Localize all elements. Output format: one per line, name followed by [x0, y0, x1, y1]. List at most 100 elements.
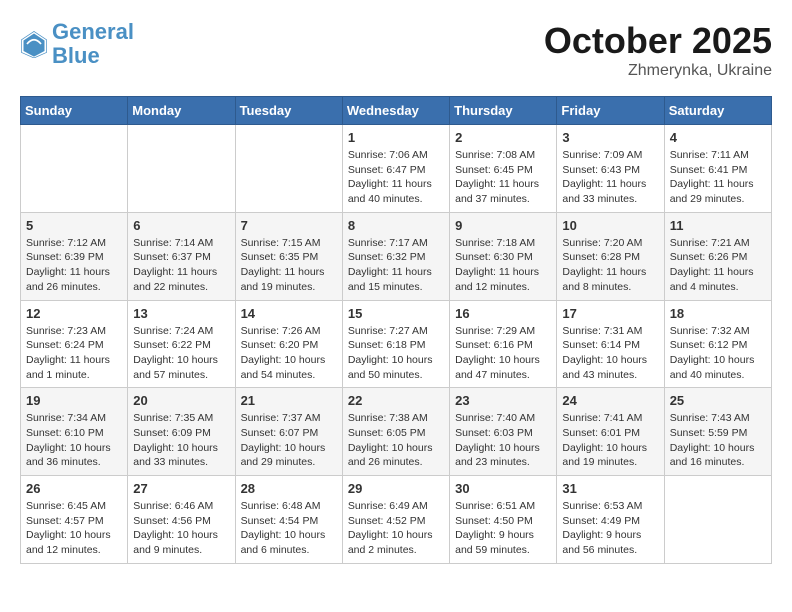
- page-header: General Blue October 2025 Zhmerynka, Ukr…: [20, 20, 772, 80]
- day-number: 31: [562, 481, 658, 496]
- calendar-header: SundayMondayTuesdayWednesdayThursdayFrid…: [21, 97, 772, 125]
- day-info: Sunrise: 7:20 AM Sunset: 6:28 PM Dayligh…: [562, 236, 658, 295]
- day-number: 19: [26, 393, 122, 408]
- calendar-cell: 25 Sunrise: 7:43 AM Sunset: 5:59 PM Dayli…: [664, 388, 771, 476]
- day-number: 22: [348, 393, 444, 408]
- day-info: Sunrise: 7:27 AM Sunset: 6:18 PM Dayligh…: [348, 324, 444, 383]
- calendar-cell: 2Sunrise: 7:08 AM Sunset: 6:45 PM Daylig…: [450, 125, 557, 213]
- calendar-cell: 24 Sunrise: 7:41 AM Sunset: 6:01 PM Dayli…: [557, 388, 664, 476]
- day-number: 30: [455, 481, 551, 496]
- day-info: Sunrise: 7:14 AM Sunset: 6:37 PM Dayligh…: [133, 236, 229, 295]
- calendar-cell: 6 Sunrise: 7:14 AM Sunset: 6:37 PM Daylig…: [128, 212, 235, 300]
- day-number: 25: [670, 393, 766, 408]
- logo-icon: [20, 30, 48, 58]
- day-info: Sunrise: 7:37 AM Sunset: 6:07 PM Dayligh…: [241, 411, 337, 470]
- month-title: October 2025: [544, 20, 772, 62]
- day-info: Sunrise: 7:21 AM Sunset: 6:26 PM Dayligh…: [670, 236, 766, 295]
- day-info: Sunrise: 6:51 AM Sunset: 4:50 PM Dayligh…: [455, 499, 551, 558]
- day-info: Sunrise: 6:49 AM Sunset: 4:52 PM Dayligh…: [348, 499, 444, 558]
- calendar-cell: 3Sunrise: 7:09 AM Sunset: 6:43 PM Daylig…: [557, 125, 664, 213]
- day-info: Sunrise: 7:26 AM Sunset: 6:20 PM Dayligh…: [241, 324, 337, 383]
- day-number: 4: [670, 130, 766, 145]
- location-subtitle: Zhmerynka, Ukraine: [544, 62, 772, 80]
- day-info: Sunrise: 7:29 AM Sunset: 6:16 PM Dayligh…: [455, 324, 551, 383]
- calendar-cell: 4Sunrise: 7:11 AM Sunset: 6:41 PM Daylig…: [664, 125, 771, 213]
- day-info: Sunrise: 7:41 AM Sunset: 6:01 PM Dayligh…: [562, 411, 658, 470]
- day-info: Sunrise: 7:31 AM Sunset: 6:14 PM Dayligh…: [562, 324, 658, 383]
- calendar-cell: 15 Sunrise: 7:27 AM Sunset: 6:18 PM Dayli…: [342, 300, 449, 388]
- calendar-cell: 11Sunrise: 7:21 AM Sunset: 6:26 PM Dayli…: [664, 212, 771, 300]
- weekday-header-tuesday: Tuesday: [235, 97, 342, 125]
- calendar-cell: 17 Sunrise: 7:31 AM Sunset: 6:14 PM Dayli…: [557, 300, 664, 388]
- day-info: Sunrise: 7:09 AM Sunset: 6:43 PM Dayligh…: [562, 148, 658, 207]
- day-info: Sunrise: 7:17 AM Sunset: 6:32 PM Dayligh…: [348, 236, 444, 295]
- day-info: Sunrise: 7:35 AM Sunset: 6:09 PM Dayligh…: [133, 411, 229, 470]
- day-info: Sunrise: 6:53 AM Sunset: 4:49 PM Dayligh…: [562, 499, 658, 558]
- day-number: 17: [562, 306, 658, 321]
- day-number: 8: [348, 218, 444, 233]
- day-info: Sunrise: 7:38 AM Sunset: 6:05 PM Dayligh…: [348, 411, 444, 470]
- day-number: 6: [133, 218, 229, 233]
- day-info: Sunrise: 7:43 AM Sunset: 5:59 PM Dayligh…: [670, 411, 766, 470]
- day-number: 28: [241, 481, 337, 496]
- day-info: Sunrise: 7:24 AM Sunset: 6:22 PM Dayligh…: [133, 324, 229, 383]
- weekday-row: SundayMondayTuesdayWednesdayThursdayFrid…: [21, 97, 772, 125]
- calendar-cell: 7 Sunrise: 7:15 AM Sunset: 6:35 PM Daylig…: [235, 212, 342, 300]
- logo-general: General: [52, 19, 134, 44]
- day-info: Sunrise: 7:32 AM Sunset: 6:12 PM Dayligh…: [670, 324, 766, 383]
- calendar-cell: 23Sunrise: 7:40 AM Sunset: 6:03 PM Dayli…: [450, 388, 557, 476]
- calendar-cell: [235, 125, 342, 213]
- weekday-header-friday: Friday: [557, 97, 664, 125]
- calendar-cell: 9 Sunrise: 7:18 AM Sunset: 6:30 PM Daylig…: [450, 212, 557, 300]
- day-number: 20: [133, 393, 229, 408]
- logo-text: General Blue: [52, 20, 134, 68]
- weekday-header-monday: Monday: [128, 97, 235, 125]
- calendar-week-4: 19Sunrise: 7:34 AM Sunset: 6:10 PM Dayli…: [21, 388, 772, 476]
- calendar-cell: 12Sunrise: 7:23 AM Sunset: 6:24 PM Dayli…: [21, 300, 128, 388]
- day-number: 26: [26, 481, 122, 496]
- calendar-cell: 30 Sunrise: 6:51 AM Sunset: 4:50 PM Dayli…: [450, 476, 557, 564]
- calendar-cell: 21 Sunrise: 7:37 AM Sunset: 6:07 PM Dayli…: [235, 388, 342, 476]
- day-info: Sunrise: 6:45 AM Sunset: 4:57 PM Dayligh…: [26, 499, 122, 558]
- day-info: Sunrise: 7:06 AM Sunset: 6:47 PM Dayligh…: [348, 148, 444, 207]
- calendar-cell: 20 Sunrise: 7:35 AM Sunset: 6:09 PM Dayli…: [128, 388, 235, 476]
- logo-blue: Blue: [52, 43, 100, 68]
- calendar-cell: [664, 476, 771, 564]
- day-info: Sunrise: 7:40 AM Sunset: 6:03 PM Dayligh…: [455, 411, 551, 470]
- calendar-table: SundayMondayTuesdayWednesdayThursdayFrid…: [20, 96, 772, 564]
- calendar-cell: 29 Sunrise: 6:49 AM Sunset: 4:52 PM Dayli…: [342, 476, 449, 564]
- day-number: 29: [348, 481, 444, 496]
- calendar-cell: 18 Sunrise: 7:32 AM Sunset: 6:12 PM Dayli…: [664, 300, 771, 388]
- day-info: Sunrise: 6:46 AM Sunset: 4:56 PM Dayligh…: [133, 499, 229, 558]
- logo: General Blue: [20, 20, 134, 68]
- calendar-cell: 26 Sunrise: 6:45 AM Sunset: 4:57 PM Dayli…: [21, 476, 128, 564]
- day-number: 15: [348, 306, 444, 321]
- day-info: Sunrise: 7:08 AM Sunset: 6:45 PM Dayligh…: [455, 148, 551, 207]
- day-info: Sunrise: 7:15 AM Sunset: 6:35 PM Dayligh…: [241, 236, 337, 295]
- calendar-cell: 10Sunrise: 7:20 AM Sunset: 6:28 PM Dayli…: [557, 212, 664, 300]
- day-number: 18: [670, 306, 766, 321]
- calendar-week-5: 26 Sunrise: 6:45 AM Sunset: 4:57 PM Dayli…: [21, 476, 772, 564]
- day-number: 1: [348, 130, 444, 145]
- calendar-cell: 27 Sunrise: 6:46 AM Sunset: 4:56 PM Dayli…: [128, 476, 235, 564]
- day-info: Sunrise: 7:18 AM Sunset: 6:30 PM Dayligh…: [455, 236, 551, 295]
- calendar-cell: 8 Sunrise: 7:17 AM Sunset: 6:32 PM Daylig…: [342, 212, 449, 300]
- calendar-cell: 14 Sunrise: 7:26 AM Sunset: 6:20 PM Dayli…: [235, 300, 342, 388]
- weekday-header-wednesday: Wednesday: [342, 97, 449, 125]
- day-number: 7: [241, 218, 337, 233]
- weekday-header-saturday: Saturday: [664, 97, 771, 125]
- day-number: 14: [241, 306, 337, 321]
- calendar-cell: 28Sunrise: 6:48 AM Sunset: 4:54 PM Dayli…: [235, 476, 342, 564]
- weekday-header-thursday: Thursday: [450, 97, 557, 125]
- day-number: 27: [133, 481, 229, 496]
- calendar-cell: 1 Sunrise: 7:06 AM Sunset: 6:47 PM Daylig…: [342, 125, 449, 213]
- calendar-cell: 5Sunrise: 7:12 AM Sunset: 6:39 PM Daylig…: [21, 212, 128, 300]
- calendar-week-2: 5Sunrise: 7:12 AM Sunset: 6:39 PM Daylig…: [21, 212, 772, 300]
- day-number: 16: [455, 306, 551, 321]
- calendar-cell: 16 Sunrise: 7:29 AM Sunset: 6:16 PM Dayli…: [450, 300, 557, 388]
- day-number: 24: [562, 393, 658, 408]
- day-number: 21: [241, 393, 337, 408]
- day-number: 5: [26, 218, 122, 233]
- day-number: 9: [455, 218, 551, 233]
- weekday-header-sunday: Sunday: [21, 97, 128, 125]
